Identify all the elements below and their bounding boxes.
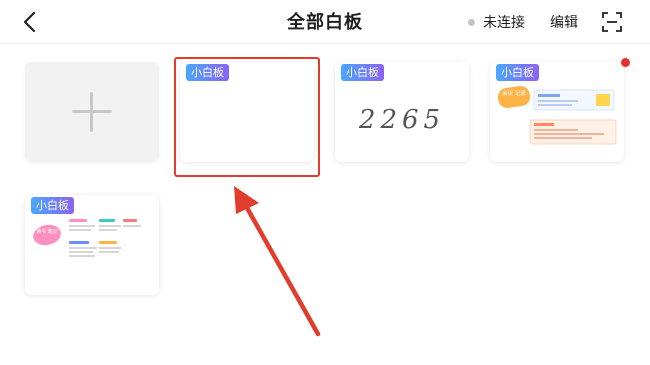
add-board-button[interactable] <box>25 62 159 162</box>
handwriting-text: 2265 <box>358 105 445 135</box>
sticker-text: 会议 记录 <box>502 89 526 97</box>
sticker-text: 读书 笔记 <box>36 228 58 235</box>
connection-status: 未连接 <box>468 12 525 32</box>
unread-dot <box>621 58 630 67</box>
board-card-3[interactable]: 小白板 会议 记录 <box>490 62 624 162</box>
status-dot-icon <box>468 18 475 26</box>
board-card-2[interactable]: 小白板 2265 <box>335 62 469 162</box>
plus-icon <box>72 92 112 132</box>
board-thumbnail: 2265 <box>358 105 445 135</box>
top-bar: 全部白板 未连接 编辑 <box>0 0 650 44</box>
scan-icon[interactable] <box>602 12 622 32</box>
board-thumbnail: 读书 笔记 <box>33 219 141 257</box>
annotation-arrow-icon <box>234 186 321 337</box>
board-tag: 小白板 <box>186 64 229 81</box>
edit-button[interactable]: 编辑 <box>550 12 578 32</box>
board-thumbnail: 会议 记录 <box>497 86 617 145</box>
board-card-1[interactable]: 小白板 <box>180 62 314 162</box>
status-text: 未连接 <box>483 15 525 31</box>
board-card-4[interactable]: 小白板 读书 笔记 <box>25 195 159 295</box>
